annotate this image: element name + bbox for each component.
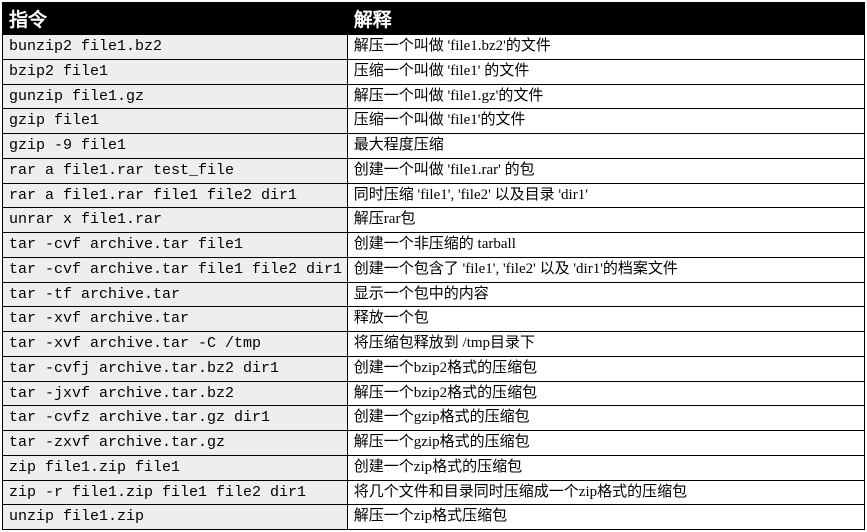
description-cell: 创建一个非压缩的 tarball xyxy=(347,233,864,258)
table-row: tar -cvf archive.tar file1创建一个非压缩的 tarba… xyxy=(3,233,865,258)
description-cell: 显示一个包中的内容 xyxy=(347,282,864,307)
command-cell: bzip2 file1 xyxy=(3,59,348,84)
header-explain: 解释 xyxy=(347,3,864,35)
table-row: gunzip file1.gz解压一个叫做 'file1.gz'的文件 xyxy=(3,84,865,109)
description-cell: 创建一个bzip2格式的压缩包 xyxy=(347,356,864,381)
command-cell: tar -cvfz archive.tar.gz dir1 xyxy=(3,406,348,431)
header-command: 指令 xyxy=(3,3,348,35)
description-cell: 解压rar包 xyxy=(347,208,864,233)
command-cell: tar -xvf archive.tar xyxy=(3,307,348,332)
command-cell: tar -jxvf archive.tar.bz2 xyxy=(3,381,348,406)
table-row: gzip file1压缩一个叫做 'file1'的文件 xyxy=(3,109,865,134)
description-cell: 创建一个zip格式的压缩包 xyxy=(347,455,864,480)
table-row: tar -cvfj archive.tar.bz2 dir1创建一个bzip2格… xyxy=(3,356,865,381)
description-cell: 解压一个叫做 'file1.gz'的文件 xyxy=(347,84,864,109)
command-cell: tar -cvfj archive.tar.bz2 dir1 xyxy=(3,356,348,381)
command-cell: unzip file1.zip xyxy=(3,505,348,530)
command-cell: rar a file1.rar test_file xyxy=(3,158,348,183)
table-row: unzip file1.zip解压一个zip格式压缩包 xyxy=(3,505,865,530)
command-cell: tar -xvf archive.tar -C /tmp xyxy=(3,332,348,357)
command-cell: tar -cvf archive.tar file1 file2 dir1 xyxy=(3,257,348,282)
command-cell: zip -r file1.zip file1 file2 dir1 xyxy=(3,480,348,505)
command-cell: tar -zxvf archive.tar.gz xyxy=(3,431,348,456)
description-cell: 将压缩包释放到 /tmp目录下 xyxy=(347,332,864,357)
table-header-row: 指令 解释 xyxy=(3,3,865,35)
table-row: gzip -9 file1最大程度压缩 xyxy=(3,134,865,159)
description-cell: 将几个文件和目录同时压缩成一个zip格式的压缩包 xyxy=(347,480,864,505)
description-cell: 解压一个叫做 'file1.bz2'的文件 xyxy=(347,35,864,60)
command-cell: gzip -9 file1 xyxy=(3,134,348,159)
command-cell: tar -tf archive.tar xyxy=(3,282,348,307)
command-cell: rar a file1.rar file1 file2 dir1 xyxy=(3,183,348,208)
description-cell: 最大程度压缩 xyxy=(347,134,864,159)
command-reference-table: 指令 解释 bunzip2 file1.bz2解压一个叫做 'file1.bz2… xyxy=(2,2,865,530)
command-cell: gzip file1 xyxy=(3,109,348,134)
description-cell: 解压一个zip格式压缩包 xyxy=(347,505,864,530)
table-row: tar -jxvf archive.tar.bz2解压一个bzip2格式的压缩包 xyxy=(3,381,865,406)
table-row: rar a file1.rar file1 file2 dir1同时压缩 'fi… xyxy=(3,183,865,208)
description-cell: 解压一个gzip格式的压缩包 xyxy=(347,431,864,456)
command-cell: tar -cvf archive.tar file1 xyxy=(3,233,348,258)
table-row: tar -cvfz archive.tar.gz dir1创建一个gzip格式的… xyxy=(3,406,865,431)
description-cell: 压缩一个叫做 'file1' 的文件 xyxy=(347,59,864,84)
description-cell: 解压一个bzip2格式的压缩包 xyxy=(347,381,864,406)
command-cell: zip file1.zip file1 xyxy=(3,455,348,480)
table-row: tar -tf archive.tar显示一个包中的内容 xyxy=(3,282,865,307)
table-row: bunzip2 file1.bz2解压一个叫做 'file1.bz2'的文件 xyxy=(3,35,865,60)
table-row: tar -xvf archive.tar释放一个包 xyxy=(3,307,865,332)
table-row: tar -xvf archive.tar -C /tmp将压缩包释放到 /tmp… xyxy=(3,332,865,357)
command-cell: bunzip2 file1.bz2 xyxy=(3,35,348,60)
description-cell: 创建一个包含了 'file1', 'file2' 以及 'dir1'的档案文件 xyxy=(347,257,864,282)
table-row: unrar x file1.rar解压rar包 xyxy=(3,208,865,233)
table-row: zip -r file1.zip file1 file2 dir1将几个文件和目… xyxy=(3,480,865,505)
table-row: tar -zxvf archive.tar.gz解压一个gzip格式的压缩包 xyxy=(3,431,865,456)
description-cell: 创建一个叫做 'file1.rar' 的包 xyxy=(347,158,864,183)
description-cell: 释放一个包 xyxy=(347,307,864,332)
description-cell: 创建一个gzip格式的压缩包 xyxy=(347,406,864,431)
command-cell: unrar x file1.rar xyxy=(3,208,348,233)
table-row: tar -cvf archive.tar file1 file2 dir1创建一… xyxy=(3,257,865,282)
description-cell: 同时压缩 'file1', 'file2' 以及目录 'dir1' xyxy=(347,183,864,208)
table-row: rar a file1.rar test_file创建一个叫做 'file1.r… xyxy=(3,158,865,183)
command-cell: gunzip file1.gz xyxy=(3,84,348,109)
table-row: zip file1.zip file1创建一个zip格式的压缩包 xyxy=(3,455,865,480)
table-row: bzip2 file1压缩一个叫做 'file1' 的文件 xyxy=(3,59,865,84)
description-cell: 压缩一个叫做 'file1'的文件 xyxy=(347,109,864,134)
